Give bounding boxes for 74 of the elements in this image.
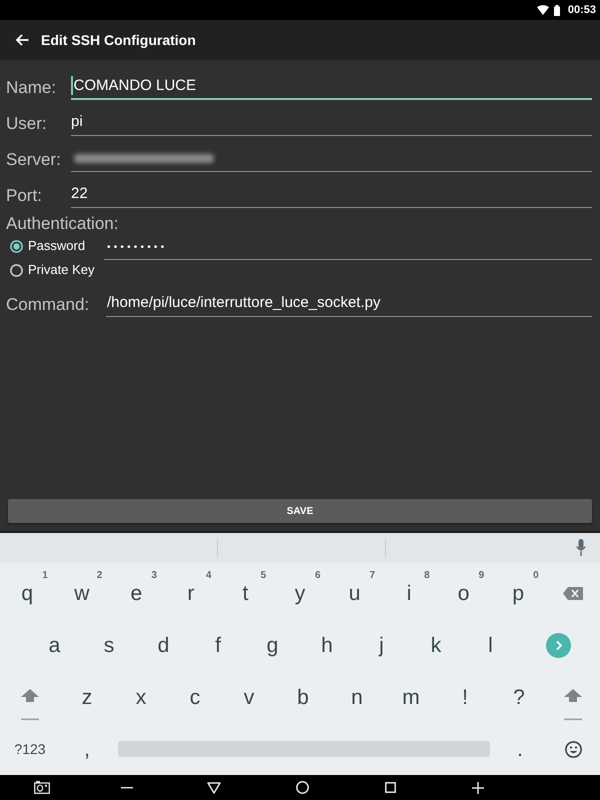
keyboard-key[interactable]: s: [82, 619, 136, 671]
save-button[interactable]: SAVE: [8, 499, 592, 523]
key-hint: 6: [314, 571, 321, 581]
plus-icon[interactable]: [472, 782, 484, 794]
key-hint: 3: [151, 571, 157, 581]
keyboard-key[interactable]: r 4: [164, 567, 218, 619]
keyboard-key[interactable]: i 8: [382, 567, 436, 619]
back-button[interactable]: [15, 34, 29, 46]
keyboard-key[interactable]: l: [463, 619, 518, 671]
key-hint: 8: [424, 571, 430, 581]
key-hint: 0: [533, 571, 539, 581]
shift-icon: [563, 689, 583, 721]
field-label: User:: [6, 113, 48, 135]
keyboard-key[interactable]: k: [408, 619, 464, 671]
microphone-icon[interactable]: [576, 539, 586, 556]
text-cursor: [71, 76, 72, 95]
keyboard-key[interactable]: v: [222, 671, 276, 723]
keyboard-key[interactable]: q 1: [0, 567, 55, 619]
field-label: Command:: [6, 294, 90, 316]
keyboard-key[interactable]: d: [136, 619, 191, 671]
key-hint: 5: [260, 571, 266, 581]
key-hint: 2: [96, 571, 102, 581]
back-arrow-icon: [15, 34, 29, 46]
field-label: Name:: [6, 77, 58, 99]
keyboard-key[interactable]: n: [330, 671, 384, 723]
field-label: Port:: [6, 185, 43, 207]
field-label: Server:: [6, 149, 62, 171]
clock-time: 00:53: [568, 2, 596, 18]
keyboard-key[interactable]: c: [168, 671, 222, 723]
radio-option[interactable]: Private Key: [6, 258, 104, 282]
keyboard-key[interactable]: m: [384, 671, 438, 723]
keyboard-key[interactable]: !: [438, 671, 492, 723]
key-hint: 1: [42, 571, 48, 581]
chevron-circle-icon: [546, 632, 572, 658]
text-field[interactable]: COMANDO LUCE: [71, 70, 592, 100]
minus-icon[interactable]: [121, 786, 133, 788]
keyboard-key[interactable]: b: [276, 671, 330, 723]
keyboard-key[interactable]: p 0: [490, 567, 546, 619]
keyboard-key[interactable]: j: [354, 619, 409, 671]
key-hint: 7: [370, 571, 376, 581]
keyboard-key[interactable]: o 9: [436, 567, 491, 619]
keyboard-key[interactable]: y 6: [272, 567, 328, 619]
recent-apps-icon[interactable]: [384, 782, 396, 793]
keyboard-key[interactable]: ?: [492, 671, 546, 723]
keyboard-key[interactable]: z: [60, 671, 114, 723]
keyboard-key[interactable]: x: [114, 671, 168, 723]
screen-title: Edit SSH Configuration: [41, 30, 196, 50]
keyboard-key[interactable]: f: [190, 619, 246, 671]
keyboard-key[interactable]: u 7: [327, 567, 382, 619]
keyboard-key[interactable]: t 5: [218, 567, 273, 619]
text-field[interactable]: pi: [71, 106, 592, 136]
key-hint: 9: [478, 571, 484, 581]
home-icon[interactable]: [296, 781, 308, 794]
shift-icon: [20, 689, 40, 721]
text-field[interactable]: /home/pi/luce/interruttore_luce_socket.py: [106, 290, 592, 317]
keyboard-key[interactable]: ?123: [0, 723, 60, 775]
keyboard-key[interactable]: a: [27, 619, 82, 671]
battery-icon: [554, 4, 560, 16]
wifi-icon: [536, 5, 549, 15]
keyboard-key[interactable]: h: [300, 619, 354, 671]
key-hint: 4: [206, 571, 212, 581]
keyboard-key[interactable]: .: [494, 723, 546, 775]
backspace-icon: [562, 586, 583, 600]
text-field[interactable]: 22: [71, 178, 592, 208]
radio-option[interactable]: Password: [6, 234, 104, 258]
camera-icon[interactable]: [34, 781, 50, 794]
keyboard-key[interactable]: w 2: [54, 567, 110, 619]
password-field[interactable]: •••••••••: [104, 234, 592, 260]
keyboard-key[interactable]: g: [245, 619, 300, 671]
section-label: Authentication:: [6, 214, 120, 234]
smiley-icon: [564, 740, 582, 758]
keyboard-key[interactable]: e 3: [109, 567, 164, 619]
back-icon[interactable]: [207, 782, 221, 794]
keyboard-key[interactable]: ,: [60, 723, 114, 775]
